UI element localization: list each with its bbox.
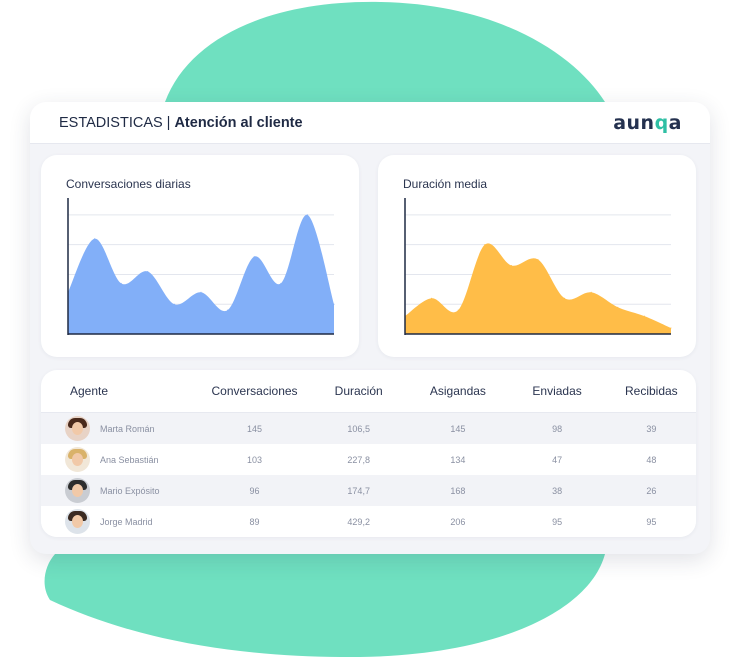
data-point [431,297,433,299]
cell-enviadas: 95 [552,516,563,527]
data-point [643,315,645,317]
data-point [227,309,229,311]
table-row[interactable]: Ana Sebastián 103 227,8 134 47 48 [41,444,696,475]
cell-enviadas: 98 [552,423,563,434]
table-row[interactable]: Jorge Madrid 89 429,2 206 95 95 [41,506,696,537]
cell-conversaciones: 103 [246,454,263,465]
cell-asignadas: 134 [450,454,466,465]
cell-duracion: 429,2 [347,516,370,527]
data-point [670,327,672,329]
title-main: Atención al cliente [174,114,303,131]
agent-cell: Jorge Madrid [41,509,200,534]
data-point [564,297,566,299]
data-point [147,270,149,272]
cell-enviadas: 38 [552,485,563,496]
agents-table: Agente Conversaciones Duración Asigandas… [41,370,696,537]
duracion-chart [404,198,672,335]
data-point [120,282,122,284]
col-enviadas[interactable]: Enviadas [508,384,607,398]
logo-text-main: aun [613,111,655,134]
avatar-face [72,422,83,435]
avatar [65,416,90,441]
cell-recibidas: 48 [646,454,657,465]
table-body: Marta Román 145 106,5 145 98 39 Ana Sebastián 1… [41,413,696,537]
agent-name: Marta Román [100,423,155,434]
window-header: ESTADISTICAS | Atención al cliente aunqa [30,102,710,144]
avatar-face [72,453,83,466]
cell-enviadas: 47 [552,454,563,465]
avatar-face [72,484,83,497]
data-point [333,303,335,305]
data-point [280,282,282,284]
cell-duracion: 227,8 [347,454,370,465]
avatar [65,509,90,534]
data-point [200,291,202,293]
data-point [537,259,539,261]
data-point [457,309,459,311]
agent-name: Jorge Madrid [100,516,153,527]
cell-duracion: 174,7 [347,485,370,496]
cell-asignadas: 168 [450,485,466,496]
agent-cell: Ana Sebastián [41,447,200,472]
avatar-face [72,515,83,528]
cell-conversaciones: 89 [249,516,260,527]
data-point [617,306,619,308]
data-point [173,303,175,305]
title-separator: | [166,114,171,131]
col-duracion[interactable]: Duración [309,384,408,398]
table-row[interactable]: Marta Román 145 106,5 145 98 39 [41,413,696,444]
chart-card-conversaciones: Conversaciones diarias [41,155,359,357]
col-agente[interactable]: Agente [41,384,200,398]
avatar [65,478,90,503]
logo-text-end: a [668,111,682,134]
cell-asignadas: 145 [450,423,466,434]
cell-recibidas: 39 [646,423,657,434]
cell-conversaciones: 96 [249,485,260,496]
col-conversaciones[interactable]: Conversaciones [200,384,309,398]
col-recibidas[interactable]: Recibidas [607,384,696,398]
cell-recibidas: 26 [646,485,657,496]
chart-card-duracion: Duración media [378,155,696,357]
data-point [484,244,486,246]
cell-recibidas: 95 [646,516,657,527]
logo-text-accent: q [654,111,669,134]
conversaciones-chart [67,198,335,335]
cell-asignadas: 206 [450,516,466,527]
agent-cell: Mario Expósito [41,478,200,503]
data-point [590,291,592,293]
cell-duracion: 106,5 [347,423,370,434]
agent-name: Mario Expósito [100,485,160,496]
col-asignadas[interactable]: Asigandas [408,384,507,398]
cell-conversaciones: 145 [246,423,263,434]
data-point [510,265,512,267]
agent-name: Ana Sebastián [100,454,159,465]
statistics-window: ESTADISTICAS | Atención al cliente aunqa… [30,102,710,554]
data-point [94,238,96,240]
agent-cell: Marta Román [41,416,200,441]
page-title: ESTADISTICAS | Atención al cliente [59,115,303,131]
area-series [405,243,671,334]
data-point [253,256,255,258]
table-row[interactable]: Mario Expósito 96 174,7 168 38 26 [41,475,696,506]
table-header: Agente Conversaciones Duración Asigandas… [41,370,696,413]
avatar [65,447,90,472]
aunoa-logo: aunqa [613,112,682,134]
data-point [306,214,308,216]
title-prefix: ESTADISTICAS [59,114,163,131]
